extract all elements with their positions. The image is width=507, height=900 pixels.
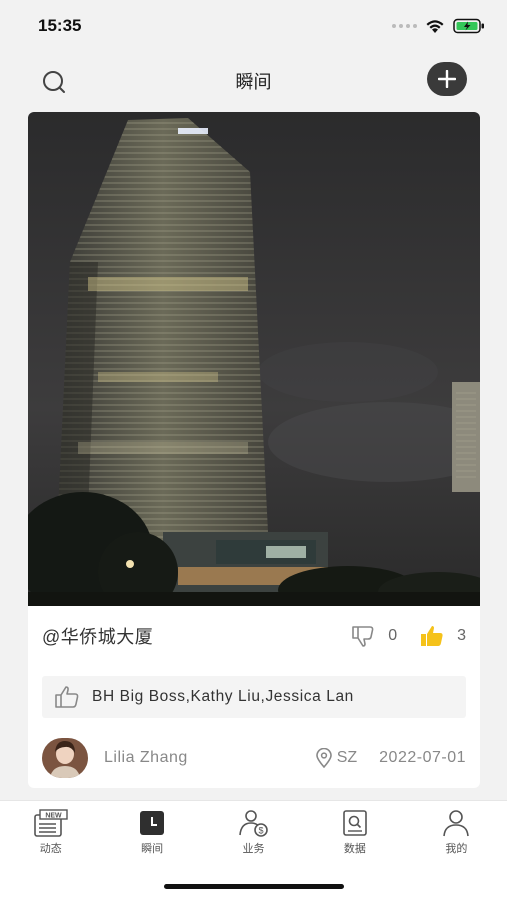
moment-icon <box>140 811 165 835</box>
thumbs-up-icon <box>421 626 443 646</box>
nav-bar: 瞬间 <box>0 52 507 110</box>
liked-by-box: BH Big Boss,Kathy Liu,Jessica Lan <box>42 676 466 718</box>
thumbs-up-outline-icon <box>55 686 79 708</box>
status-icons <box>392 18 485 34</box>
wifi-icon <box>426 19 444 33</box>
tab-label-news: 动态 <box>39 843 62 855</box>
home-indicator <box>164 884 344 889</box>
data-icon <box>343 810 367 836</box>
city-label: SZ <box>336 749 358 766</box>
search-icon <box>43 71 65 93</box>
status-bar: 15:35 <box>0 0 507 52</box>
profile-icon <box>443 810 470 837</box>
author-row: Lilia Zhang SZ 2022-07-01 <box>28 736 480 780</box>
tab-moments[interactable]: 瞬间 <box>101 801 202 865</box>
location-pin-icon <box>315 748 332 768</box>
plus-icon <box>438 70 456 88</box>
tab-label-moments: 瞬间 <box>141 843 164 855</box>
post-card[interactable]: @华侨城大厦 0 3 BH Big Boss,Kathy Liu,Jessica… <box>28 112 480 788</box>
tab-profile[interactable]: 我的 <box>406 801 507 865</box>
avatar[interactable] <box>42 738 88 778</box>
like-button[interactable]: 3 <box>419 624 466 648</box>
tab-label-business: 业务 <box>242 843 265 855</box>
dislike-button[interactable]: 0 <box>350 624 397 648</box>
post-photo[interactable] <box>28 112 480 606</box>
news-icon: NEW <box>33 809 68 837</box>
tab-news[interactable]: NEW 动态 <box>0 801 101 865</box>
liked-by-names: BH Big Boss,Kathy Liu,Jessica Lan <box>92 688 354 705</box>
tab-label-data: 数据 <box>343 843 366 855</box>
page-title: 瞬间 <box>235 72 272 92</box>
tab-label-profile: 我的 <box>445 843 468 855</box>
signal-icon <box>392 24 417 28</box>
tab-business[interactable]: $ 业务 <box>203 801 304 865</box>
business-icon: $ <box>238 810 268 837</box>
status-time: 15:35 <box>38 16 82 35</box>
post-date: 2022-07-01 <box>379 749 466 766</box>
author-name[interactable]: Lilia Zhang <box>104 749 315 767</box>
like-count: 3 <box>457 627 466 644</box>
svg-text:$: $ <box>258 826 263 836</box>
city-tag: SZ <box>315 748 357 768</box>
add-post-button[interactable] <box>427 62 467 96</box>
tab-data[interactable]: 数据 <box>304 801 405 865</box>
dislike-count: 0 <box>388 627 398 644</box>
thumbs-down-icon <box>352 626 374 647</box>
location-title[interactable]: @华侨城大厦 <box>42 623 328 649</box>
post-info-row: @华侨城大厦 0 3 <box>28 606 480 666</box>
battery-charging-icon <box>453 18 484 34</box>
svg-text:NEW: NEW <box>45 813 62 820</box>
search-button[interactable] <box>40 68 68 96</box>
